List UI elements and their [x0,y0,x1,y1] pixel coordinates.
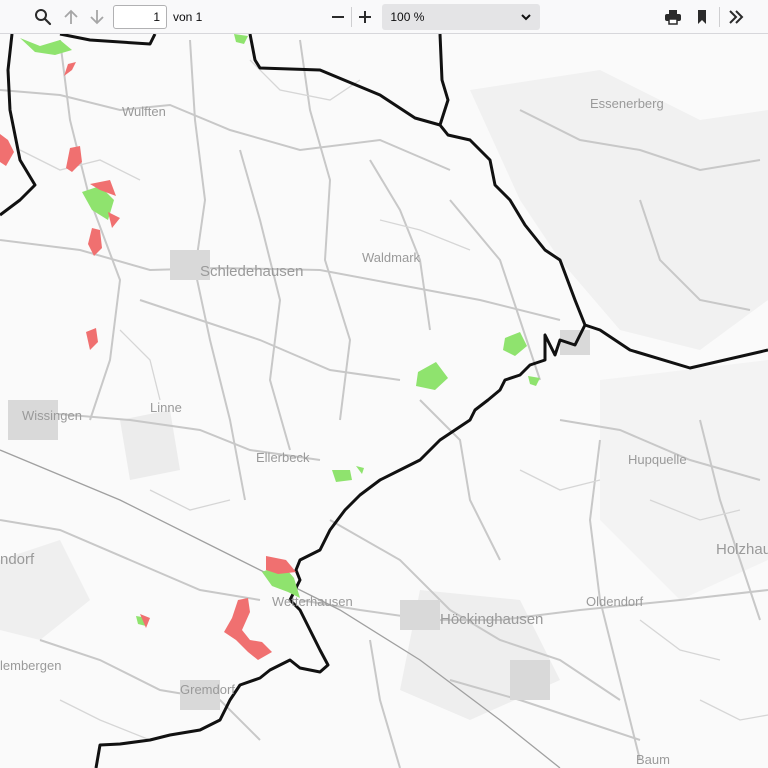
place-label-hupquelle: Hupquelle [628,452,687,467]
minus-icon [332,15,345,18]
place-label-wissingen: Wissingen [22,408,82,423]
place-label-baum: Baum [636,752,670,767]
previous-page-button[interactable] [58,4,84,30]
print-icon [665,9,682,25]
search-icon [35,8,52,25]
page-total-label: von 1 [173,9,203,24]
place-label-wetterhausen: Wetterhausen [272,594,353,609]
chevron-down-icon [521,13,532,20]
place-label-lembergen: lembergen [0,658,61,673]
place-label-wulften: Wulften [122,104,166,119]
print-button[interactable] [660,4,686,30]
zoom-value: 100 % [390,9,425,24]
toolbar-separator [719,6,721,27]
arrow-up-icon [64,9,78,24]
chevron-double-right-icon [729,9,744,24]
place-label-schledehausen: Schledehausen [200,263,303,280]
arrow-down-icon [90,9,104,24]
plus-icon [359,10,372,23]
place-label-gremdorf: Gremdorf [180,682,235,697]
place-label-oldendorf: Oldendorf [586,594,643,609]
pdf-toolbar: von 1 100 % [0,0,768,34]
map-canvas: Essenerberg Wulften Schledehausen Waldma… [0,34,768,768]
search-button[interactable] [30,4,56,30]
zoom-out-button[interactable] [325,4,351,30]
tools-menu-button[interactable] [723,4,749,30]
place-label-ellerbeck: Ellerbeck [256,450,310,465]
zoom-select[interactable]: 100 % [382,3,541,30]
place-label-linne: Linne [150,400,182,415]
zoom-in-button[interactable] [352,4,378,30]
place-label-ndorf: ndorf [0,551,35,568]
page-number-input[interactable] [113,4,167,29]
place-label-hockinghausen: Höckinghausen [440,611,543,628]
pdf-page-map[interactable]: Essenerberg Wulften Schledehausen Waldma… [0,34,768,768]
bookmark-icon [698,9,707,24]
next-page-button[interactable] [84,4,110,30]
place-label-holzhausen: Holzhausen [716,541,768,558]
bookmark-button[interactable] [689,4,715,30]
place-label-essenerberg: Essenerberg [590,96,664,111]
place-label-waldmark: Waldmark [362,250,421,265]
